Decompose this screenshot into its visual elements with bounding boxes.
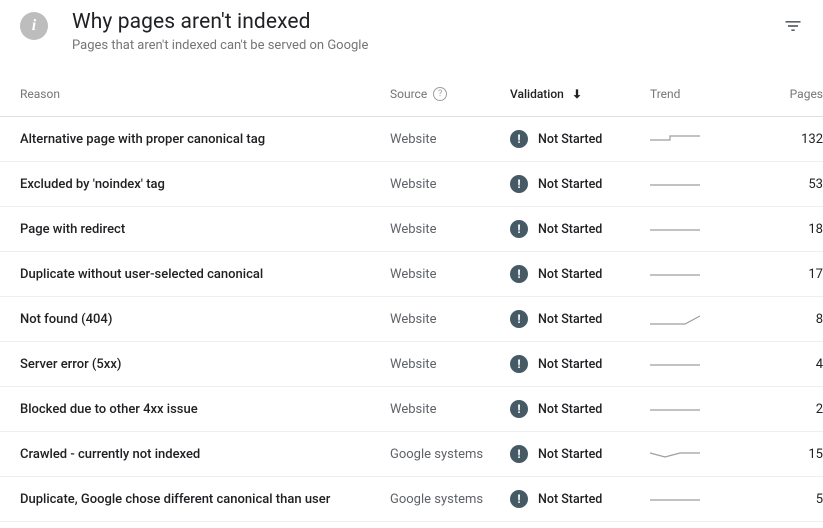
column-source-label: Source <box>390 87 427 101</box>
column-trend[interactable]: Trend <box>650 87 745 101</box>
validation-label: Not Started <box>538 357 602 372</box>
column-pages[interactable]: Pages <box>745 87 823 101</box>
page-title: Why pages aren't indexed <box>72 10 783 34</box>
reason-cell: Crawled - currently not indexed <box>20 447 390 462</box>
reason-cell: Alternative page with proper canonical t… <box>20 132 390 147</box>
exclamation-icon: ! <box>510 445 528 463</box>
pages-cell: 2 <box>745 402 823 417</box>
source-cell: Website <box>390 312 510 327</box>
reason-cell: Not found (404) <box>20 312 390 327</box>
source-cell: Website <box>390 357 510 372</box>
page-header: i Why pages aren't indexed Pages that ar… <box>0 0 823 71</box>
pages-cell: 4 <box>745 357 823 372</box>
header-text: Why pages aren't indexed Pages that aren… <box>72 10 783 53</box>
pages-cell: 53 <box>745 177 823 192</box>
validation-label: Not Started <box>538 402 602 417</box>
trend-cell <box>650 355 745 373</box>
table-row[interactable]: Alternative page with proper canonical t… <box>0 117 823 162</box>
source-cell: Google systems <box>390 492 510 507</box>
table-row[interactable]: Not found (404)Website! Not Started 8 <box>0 297 823 342</box>
pages-cell: 15 <box>745 447 823 462</box>
validation-cell: ! Not Started <box>510 175 650 193</box>
exclamation-icon: ! <box>510 130 528 148</box>
table-header: Reason Source ? Validation Trend Pages <box>0 71 823 117</box>
exclamation-icon: ! <box>510 220 528 238</box>
validation-label: Not Started <box>538 132 602 147</box>
table-row[interactable]: Server error (5xx)Website! Not Started 4 <box>0 342 823 387</box>
exclamation-icon: ! <box>510 490 528 508</box>
validation-cell: ! Not Started <box>510 355 650 373</box>
column-validation-label: Validation <box>510 87 564 101</box>
validation-cell: ! Not Started <box>510 445 650 463</box>
pages-cell: 132 <box>745 132 823 147</box>
exclamation-icon: ! <box>510 310 528 328</box>
pages-cell: 17 <box>745 267 823 282</box>
validation-cell: ! Not Started <box>510 400 650 418</box>
pages-cell: 5 <box>745 492 823 507</box>
column-trend-label: Trend <box>650 87 680 101</box>
reason-cell: Blocked due to other 4xx issue <box>20 402 390 417</box>
validation-cell: ! Not Started <box>510 490 650 508</box>
trend-cell <box>650 265 745 283</box>
pages-cell: 8 <box>745 312 823 327</box>
validation-label: Not Started <box>538 312 602 327</box>
trend-cell <box>650 310 745 328</box>
trend-cell <box>650 220 745 238</box>
column-reason[interactable]: Reason <box>20 87 390 101</box>
trend-cell <box>650 490 745 508</box>
validation-cell: ! Not Started <box>510 220 650 238</box>
trend-cell <box>650 175 745 193</box>
info-icon: i <box>20 12 48 40</box>
source-cell: Google systems <box>390 447 510 462</box>
issues-table: Reason Source ? Validation Trend Pages A… <box>0 71 823 522</box>
table-row[interactable]: Blocked due to other 4xx issueWebsite! No… <box>0 387 823 432</box>
filter-icon[interactable] <box>783 10 803 40</box>
column-pages-label: Pages <box>790 87 823 101</box>
column-source[interactable]: Source ? <box>390 87 510 101</box>
validation-label: Not Started <box>538 492 602 507</box>
column-reason-label: Reason <box>20 87 60 101</box>
trend-cell <box>650 445 745 463</box>
validation-cell: ! Not Started <box>510 310 650 328</box>
validation-label: Not Started <box>538 177 602 192</box>
page-subtitle: Pages that aren't indexed can't be serve… <box>72 38 783 53</box>
reason-cell: Duplicate, Google chose different canoni… <box>20 492 390 507</box>
validation-cell: ! Not Started <box>510 265 650 283</box>
validation-label: Not Started <box>538 222 602 237</box>
reason-cell: Duplicate without user-selected canonica… <box>20 267 390 282</box>
validation-label: Not Started <box>538 267 602 282</box>
source-cell: Website <box>390 132 510 147</box>
table-row[interactable]: Excluded by 'noindex' tagWebsite! Not Sta… <box>0 162 823 207</box>
trend-cell <box>650 130 745 148</box>
table-row[interactable]: Duplicate without user-selected canonica… <box>0 252 823 297</box>
validation-cell: ! Not Started <box>510 130 650 148</box>
validation-label: Not Started <box>538 447 602 462</box>
help-icon[interactable]: ? <box>433 87 447 101</box>
source-cell: Website <box>390 177 510 192</box>
source-cell: Website <box>390 222 510 237</box>
source-cell: Website <box>390 402 510 417</box>
trend-cell <box>650 400 745 418</box>
table-row[interactable]: Page with redirectWebsite! Not Started 18 <box>0 207 823 252</box>
table-row[interactable]: Duplicate, Google chose different canoni… <box>0 477 823 522</box>
exclamation-icon: ! <box>510 400 528 418</box>
exclamation-icon: ! <box>510 355 528 373</box>
reason-cell: Server error (5xx) <box>20 357 390 372</box>
sort-descending-icon <box>570 87 584 101</box>
exclamation-icon: ! <box>510 175 528 193</box>
reason-cell: Excluded by 'noindex' tag <box>20 177 390 192</box>
column-validation[interactable]: Validation <box>510 87 650 101</box>
pages-cell: 18 <box>745 222 823 237</box>
reason-cell: Page with redirect <box>20 222 390 237</box>
exclamation-icon: ! <box>510 265 528 283</box>
source-cell: Website <box>390 267 510 282</box>
table-row[interactable]: Crawled - currently not indexedGoogle sy… <box>0 432 823 477</box>
